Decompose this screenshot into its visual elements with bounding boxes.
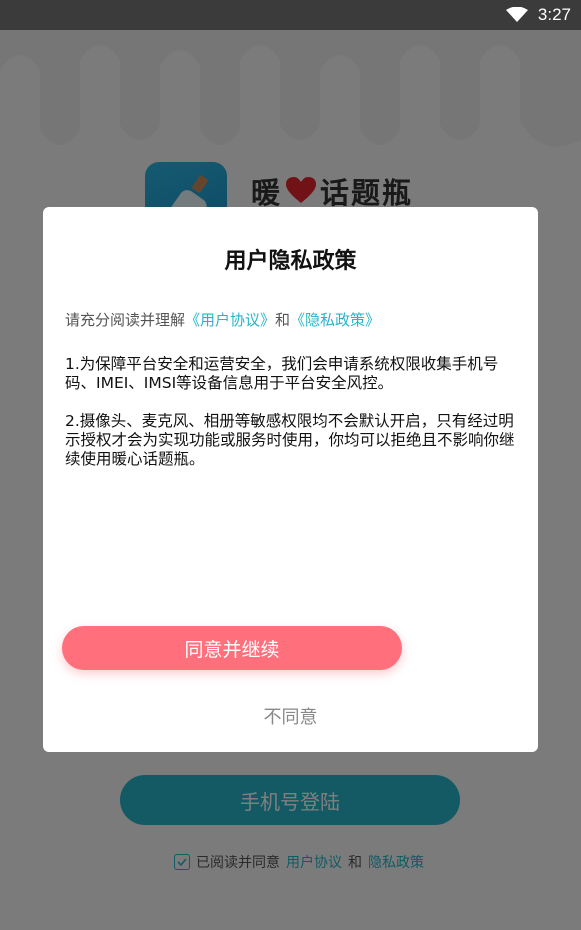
- dialog-intro: 请充分阅读并理解《用户协议》和《隐私政策》: [65, 309, 380, 330]
- agree-continue-button[interactable]: 同意并继续: [62, 626, 402, 670]
- intro-text: 请充分阅读并理解: [65, 311, 186, 329]
- dialog-title: 用户隐私政策: [224, 249, 357, 274]
- status-indicators: 3:27: [505, 0, 571, 30]
- policy-paragraph-1: 1.为保障平台安全和运营安全，我们会申请系统权限收集手机号码、IMEI、IMSI…: [65, 355, 499, 392]
- dialog-privacy-policy-link[interactable]: 《隐私政策》: [290, 311, 380, 329]
- policy-paragraph-2: 2.摄像头、麦克风、相册等敏感权限均不会默认开启，只有经过明示授权才会为实现功能…: [65, 412, 515, 468]
- intro-and: 和: [275, 311, 291, 329]
- disagree-button[interactable]: 不同意: [43, 703, 538, 729]
- status-bar: 3:27: [0, 0, 581, 30]
- wifi-icon: [505, 7, 528, 22]
- dialog-user-agreement-link[interactable]: 《用户协议》: [185, 311, 275, 329]
- status-time: 3:27: [537, 5, 571, 24]
- privacy-dialog: 用户隐私政策 请充分阅读并理解《用户协议》和《隐私政策》 1.为保障平台安全和运…: [43, 207, 538, 752]
